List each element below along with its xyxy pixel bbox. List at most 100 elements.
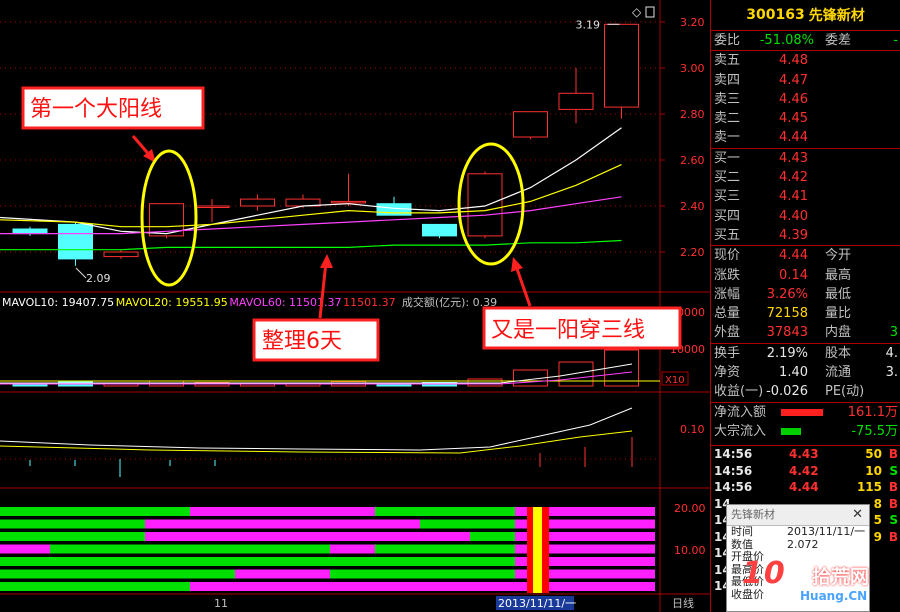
volume-legend-item: MAVOL60: 11501.37 xyxy=(229,296,341,309)
stat2-label: 收益(一) xyxy=(714,384,764,400)
candle-body xyxy=(604,23,639,108)
close-icon[interactable]: ✕ xyxy=(852,505,863,525)
stat2-row: 净资 1.40 流通 3. xyxy=(711,363,900,382)
popup-value: 2013/11/11/一 xyxy=(787,525,866,538)
stat-value: 37843 xyxy=(766,325,808,341)
stat-value: 4.44 xyxy=(779,248,808,264)
stock-header: 300163 先锋新材 xyxy=(711,0,900,31)
bigflow-row: 大宗流入 -75.5万 xyxy=(711,422,900,441)
indicator-tick-label: 0.10 xyxy=(680,423,705,436)
bigflow-label: 大宗流入 xyxy=(714,423,767,439)
stripe-segment xyxy=(190,582,515,591)
ask-label: 卖一 xyxy=(714,130,741,146)
stripe-segment xyxy=(0,544,50,554)
stat-row: 涨幅 3.26% 最低 xyxy=(711,285,900,304)
stripe-segment xyxy=(235,569,330,579)
stat-label2: 最高 xyxy=(825,267,852,283)
ask-row: 卖三 4.46 xyxy=(711,90,900,109)
ask-row: 卖四 4.47 xyxy=(711,71,900,90)
tick-time: 14:56 xyxy=(714,463,753,478)
annotation-arrowhead-3 xyxy=(511,257,523,272)
stripe-segment xyxy=(470,532,515,541)
bid-row: 买二 4.42 xyxy=(711,168,900,187)
candle-body xyxy=(467,173,503,237)
ma-line xyxy=(0,239,622,251)
tick-row: 14:56 4.44 115 B xyxy=(711,479,900,496)
tick-qty: 5 xyxy=(873,513,882,528)
ma-line xyxy=(0,164,622,228)
stripe-segment xyxy=(145,532,470,541)
price-tick-label: 3.00 xyxy=(680,62,705,75)
ask-label: 卖五 xyxy=(714,53,741,69)
stat-value2: 3 xyxy=(889,325,898,341)
volume-legend-item: MAVOL20: 19551.95 xyxy=(116,296,228,309)
stat2-label2: PE(动) xyxy=(825,384,865,400)
bottom-tick-label: 10.00 xyxy=(674,544,706,557)
bid-label: 买一 xyxy=(714,150,741,166)
bid-label: 买五 xyxy=(714,227,741,243)
tick-price: 4.42 xyxy=(789,463,819,478)
stat-label: 外盘 xyxy=(714,325,741,341)
popup-key: 数值 xyxy=(731,537,753,551)
stat-label: 涨跌 xyxy=(714,267,741,283)
price-tick-label: 2.60 xyxy=(680,154,705,167)
bid-row: 买一 4.43 xyxy=(711,149,900,168)
price-tick-label: 2.20 xyxy=(680,246,705,259)
bid-price: 4.43 xyxy=(779,150,808,166)
popup-title: 先锋新材 xyxy=(731,508,775,521)
price-tick-label: 2.80 xyxy=(680,108,705,121)
stripe-segment xyxy=(0,582,190,591)
tick-qty: 9 xyxy=(873,529,882,544)
low-pointer xyxy=(75,267,87,279)
price-tick-label: 2.40 xyxy=(680,200,705,213)
bid-price: 4.39 xyxy=(779,227,808,243)
tick-side: S xyxy=(889,513,898,528)
weicha-label: 委差 xyxy=(825,33,852,48)
ma-line xyxy=(0,127,622,235)
tick-qty: 50 xyxy=(865,447,882,462)
tick-time: 14:56 xyxy=(714,480,753,495)
stat2-value2: 3. xyxy=(885,365,898,381)
ask-price: 4.46 xyxy=(779,91,808,107)
popup-title-bar: 先锋新材 ✕ xyxy=(727,505,869,526)
candle-body xyxy=(58,223,93,260)
x-tick-label: 日线 xyxy=(672,596,694,610)
watermark-logo: 10 xyxy=(742,556,786,591)
annotation-text-1: 第一个大阳线 xyxy=(30,97,162,122)
stripe-segment xyxy=(420,519,515,529)
tick-side: B xyxy=(888,496,898,511)
volume-legend-item: MAVOL10: 19407.75 xyxy=(2,296,114,309)
ask-price: 4.47 xyxy=(779,72,808,88)
candle-body xyxy=(12,228,48,235)
watermark-text: 拾荒网 xyxy=(812,566,870,588)
bid-label: 买二 xyxy=(714,170,741,186)
candle-body xyxy=(194,205,230,208)
netflow-label: 净流入额 xyxy=(714,404,767,420)
tick-row: 14:56 4.42 10 S xyxy=(711,463,900,480)
tick-price: 4.44 xyxy=(789,480,819,495)
ask-row: 卖五 4.48 xyxy=(711,51,900,70)
bid-row: 买五 4.39 xyxy=(711,226,900,245)
stripe-segment xyxy=(375,544,515,554)
ask-row: 卖二 4.45 xyxy=(711,109,900,128)
square-icon xyxy=(645,6,655,18)
bid-price: 4.40 xyxy=(779,208,808,224)
stat-row: 涨跌 0.14 最高 xyxy=(711,266,900,285)
x-tick-label: 11 xyxy=(214,597,228,610)
annotation-arrowhead-2 xyxy=(320,254,333,268)
candle-body xyxy=(513,111,548,138)
ask-price: 4.45 xyxy=(779,111,808,127)
netflow-value: 161.1万 xyxy=(847,404,898,420)
stripe-segment xyxy=(0,507,190,516)
tick-side: B xyxy=(888,447,898,462)
stat-label: 现价 xyxy=(714,248,741,264)
annotation-arrow-3 xyxy=(514,265,532,307)
tick-price: 4.43 xyxy=(789,447,819,462)
candle-body xyxy=(240,198,275,207)
diamond-icon: ◇ xyxy=(632,5,642,19)
candle-body xyxy=(103,251,139,258)
tick-qty: 10 xyxy=(865,463,882,478)
bid-list: 买一 4.43 买二 4.42 买三 4.41 买四 4.40 买五 4.39 xyxy=(711,149,900,245)
stripe-segment xyxy=(190,507,375,516)
volume-unit-label: X10 xyxy=(665,375,685,386)
